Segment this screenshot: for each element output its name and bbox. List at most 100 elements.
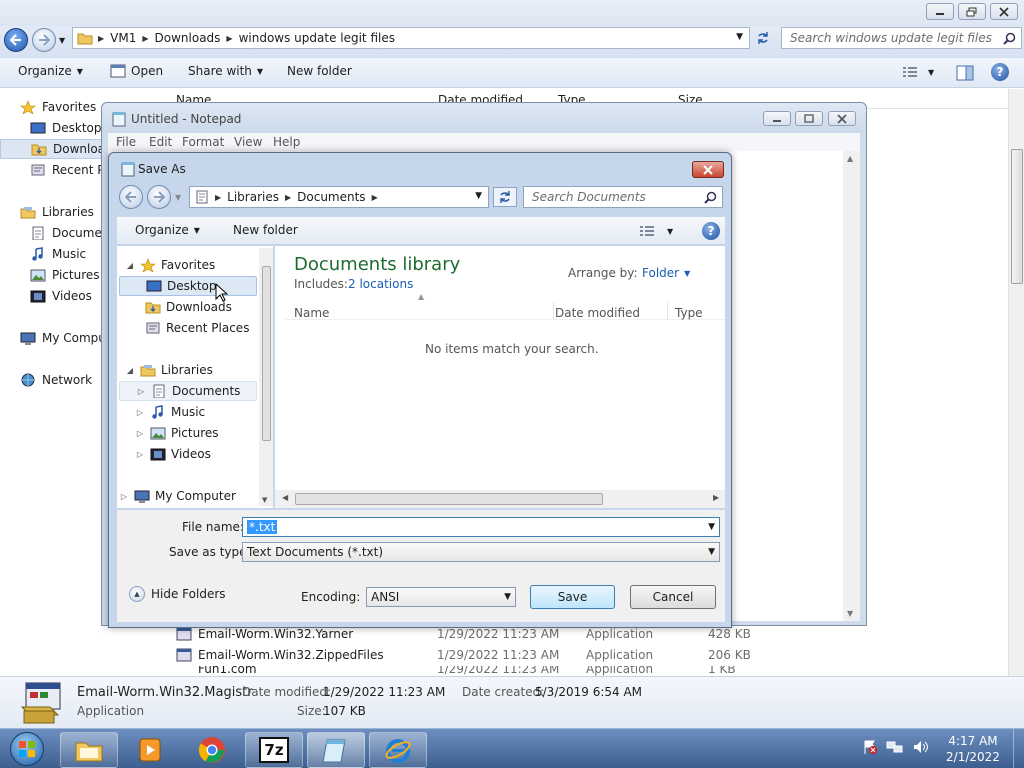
dialog-new-folder-button[interactable]: New folder (233, 223, 298, 237)
minimize-button[interactable] (926, 3, 954, 20)
dialog-view-options[interactable]: ▼ (639, 224, 673, 238)
breadcrumb-current-folder[interactable]: windows update legit files (233, 31, 401, 45)
encoding-select[interactable]: ANSI ▼ (366, 587, 516, 607)
scrollbar-thumb[interactable] (295, 493, 603, 505)
dialog-address-bar[interactable]: ▶ Libraries ▶ Documents ▶ ▼ (189, 186, 489, 208)
organize-button[interactable]: Organize ▼ (18, 64, 83, 78)
close-button[interactable] (990, 3, 1018, 20)
explorer-scrollbar[interactable] (1008, 89, 1024, 676)
start-button[interactable] (3, 730, 51, 768)
scrollbar-thumb[interactable] (262, 266, 271, 441)
dialog-nav-my-computer[interactable]: ▷ My Computer (119, 486, 236, 506)
dialog-nav-documents-label: Documents (172, 384, 241, 398)
arrange-by-dropdown[interactable]: Folder ▼ (642, 266, 690, 280)
column-date-modified[interactable]: Date modified (555, 306, 640, 320)
taskbar-7zip-button[interactable]: 7z (245, 732, 303, 768)
save-button[interactable]: Save (530, 585, 615, 609)
forward-button[interactable] (32, 28, 56, 52)
dialog-nav-recent-places[interactable]: Recent Places (145, 318, 249, 338)
includes-locations-link[interactable]: 2 locations (348, 277, 413, 291)
column-name[interactable]: Name (294, 306, 329, 320)
save-as-type-select[interactable]: Text Documents (*.txt) ▼ (242, 542, 720, 562)
expand-arrow-icon[interactable]: ▷ (136, 387, 146, 396)
back-button[interactable] (4, 28, 28, 52)
dialog-nav-music[interactable]: ▷ Music (135, 402, 205, 422)
scroll-right-icon[interactable]: ▶ (713, 493, 719, 502)
breadcrumb-documents[interactable]: Documents (291, 190, 371, 204)
preview-pane-icon[interactable] (956, 65, 974, 81)
close-icon (837, 113, 847, 124)
notepad-maximize-button[interactable] (795, 111, 823, 126)
collapse-arrow-icon[interactable]: ◢ (125, 366, 135, 375)
volume-icon[interactable] (912, 739, 930, 755)
scroll-down-icon[interactable]: ▼ (262, 496, 267, 504)
dialog-nav-pictures[interactable]: ▷ Pictures (135, 423, 219, 443)
menu-help[interactable]: Help (273, 135, 300, 149)
menu-file[interactable]: File (116, 135, 136, 149)
breadcrumb-libraries[interactable]: Libraries (221, 190, 285, 204)
help-icon[interactable]: ? (991, 63, 1009, 81)
dialog-nav-favorites[interactable]: ◢ Favorites (125, 255, 215, 275)
dialog-back-button[interactable] (119, 185, 143, 209)
menu-format[interactable]: Format (182, 135, 224, 149)
new-folder-button[interactable]: New folder (287, 64, 352, 78)
dialog-organize-button[interactable]: Organize ▼ (135, 223, 200, 237)
file-name-input[interactable]: *.txt ▼ (242, 517, 720, 537)
dialog-search-input[interactable]: Search Documents (523, 186, 723, 208)
file-row[interactable]: Fun1.com 1/29/2022 11:23 AM Application … (176, 666, 776, 676)
dialog-nav-scrollbar[interactable]: ▼ (259, 248, 273, 506)
collapse-arrow-icon[interactable]: ◢ (125, 261, 135, 270)
file-row[interactable]: Email-Worm.Win32.ZippedFiles 1/29/2022 1… (176, 645, 776, 665)
taskbar-notepad-button[interactable] (307, 732, 365, 768)
refresh-button[interactable] (752, 29, 774, 47)
dialog-nav-videos[interactable]: ▷ Videos (135, 444, 211, 464)
notepad-close-button[interactable] (828, 111, 856, 126)
expand-arrow-icon[interactable]: ▷ (135, 408, 145, 417)
open-button[interactable]: Open (110, 64, 163, 78)
explorer-search-input[interactable]: Search windows update legit files (781, 27, 1022, 49)
expand-arrow-icon[interactable]: ▷ (135, 429, 145, 438)
menu-edit[interactable]: Edit (149, 135, 172, 149)
cancel-button[interactable]: Cancel (630, 585, 716, 609)
hide-folders-button[interactable]: ▲ Hide Folders (129, 586, 226, 602)
dialog-horizontal-scrollbar[interactable]: ◀ ▶ (275, 490, 725, 508)
share-with-button[interactable]: Share with ▼ (188, 64, 263, 78)
taskbar-clock[interactable]: 4:17 AM 2/1/2022 (935, 733, 1011, 765)
scroll-up-icon[interactable]: ▲ (847, 154, 853, 163)
taskbar-media-player-button[interactable] (121, 732, 179, 768)
dialog-nav-libraries[interactable]: ◢ Libraries (125, 360, 213, 380)
recent-pages-chevron-icon[interactable]: ▼ (175, 193, 181, 202)
scroll-left-icon[interactable]: ◀ (282, 493, 288, 502)
scrollbar-thumb[interactable] (1011, 149, 1023, 284)
dialog-refresh-button[interactable] (493, 187, 517, 207)
notepad-scrollbar[interactable]: ▲ ▼ (843, 151, 860, 621)
notepad-minimize-button[interactable] (763, 111, 791, 126)
dialog-nav-desktop[interactable]: Desktop (119, 276, 257, 296)
help-icon[interactable]: ? (702, 222, 720, 240)
dialog-nav-documents[interactable]: ▷ Documents (119, 381, 257, 401)
show-desktop-button[interactable] (1013, 729, 1024, 768)
network-status-icon[interactable] (886, 739, 904, 755)
taskbar-chrome-button[interactable] (183, 732, 241, 768)
view-options[interactable]: ▼ (902, 65, 934, 79)
save-as-dialog: Save As ▼ ▶ Libraries ▶ Documents ▶ ▼ Se… (108, 152, 732, 628)
expand-arrow-icon[interactable]: ▷ (119, 492, 129, 501)
breadcrumb-downloads[interactable]: Downloads (149, 31, 227, 45)
recent-pages-chevron-icon[interactable]: ▼ (59, 36, 65, 45)
address-dropdown-icon[interactable]: ▼ (736, 32, 743, 42)
address-dropdown-icon[interactable]: ▼ (475, 191, 482, 201)
file-size: 206 KB (708, 648, 751, 662)
taskbar-explorer-button[interactable] (60, 732, 118, 768)
explorer-address-bar[interactable]: ▶ VM1 ▶ Downloads ▶ windows update legit… (72, 27, 750, 49)
scroll-down-icon[interactable]: ▼ (847, 609, 853, 618)
chevron-down-icon[interactable]: ▼ (708, 522, 715, 532)
expand-arrow-icon[interactable]: ▷ (135, 450, 145, 459)
dialog-forward-button[interactable] (147, 185, 171, 209)
taskbar-ie-button[interactable] (369, 732, 427, 768)
restore-button[interactable] (958, 3, 986, 20)
column-type[interactable]: Type (675, 306, 703, 320)
menu-view[interactable]: View (234, 135, 262, 149)
action-center-flag-icon[interactable] (862, 739, 878, 755)
dialog-close-button[interactable] (692, 161, 724, 178)
breadcrumb-vm1[interactable]: VM1 (104, 31, 142, 45)
